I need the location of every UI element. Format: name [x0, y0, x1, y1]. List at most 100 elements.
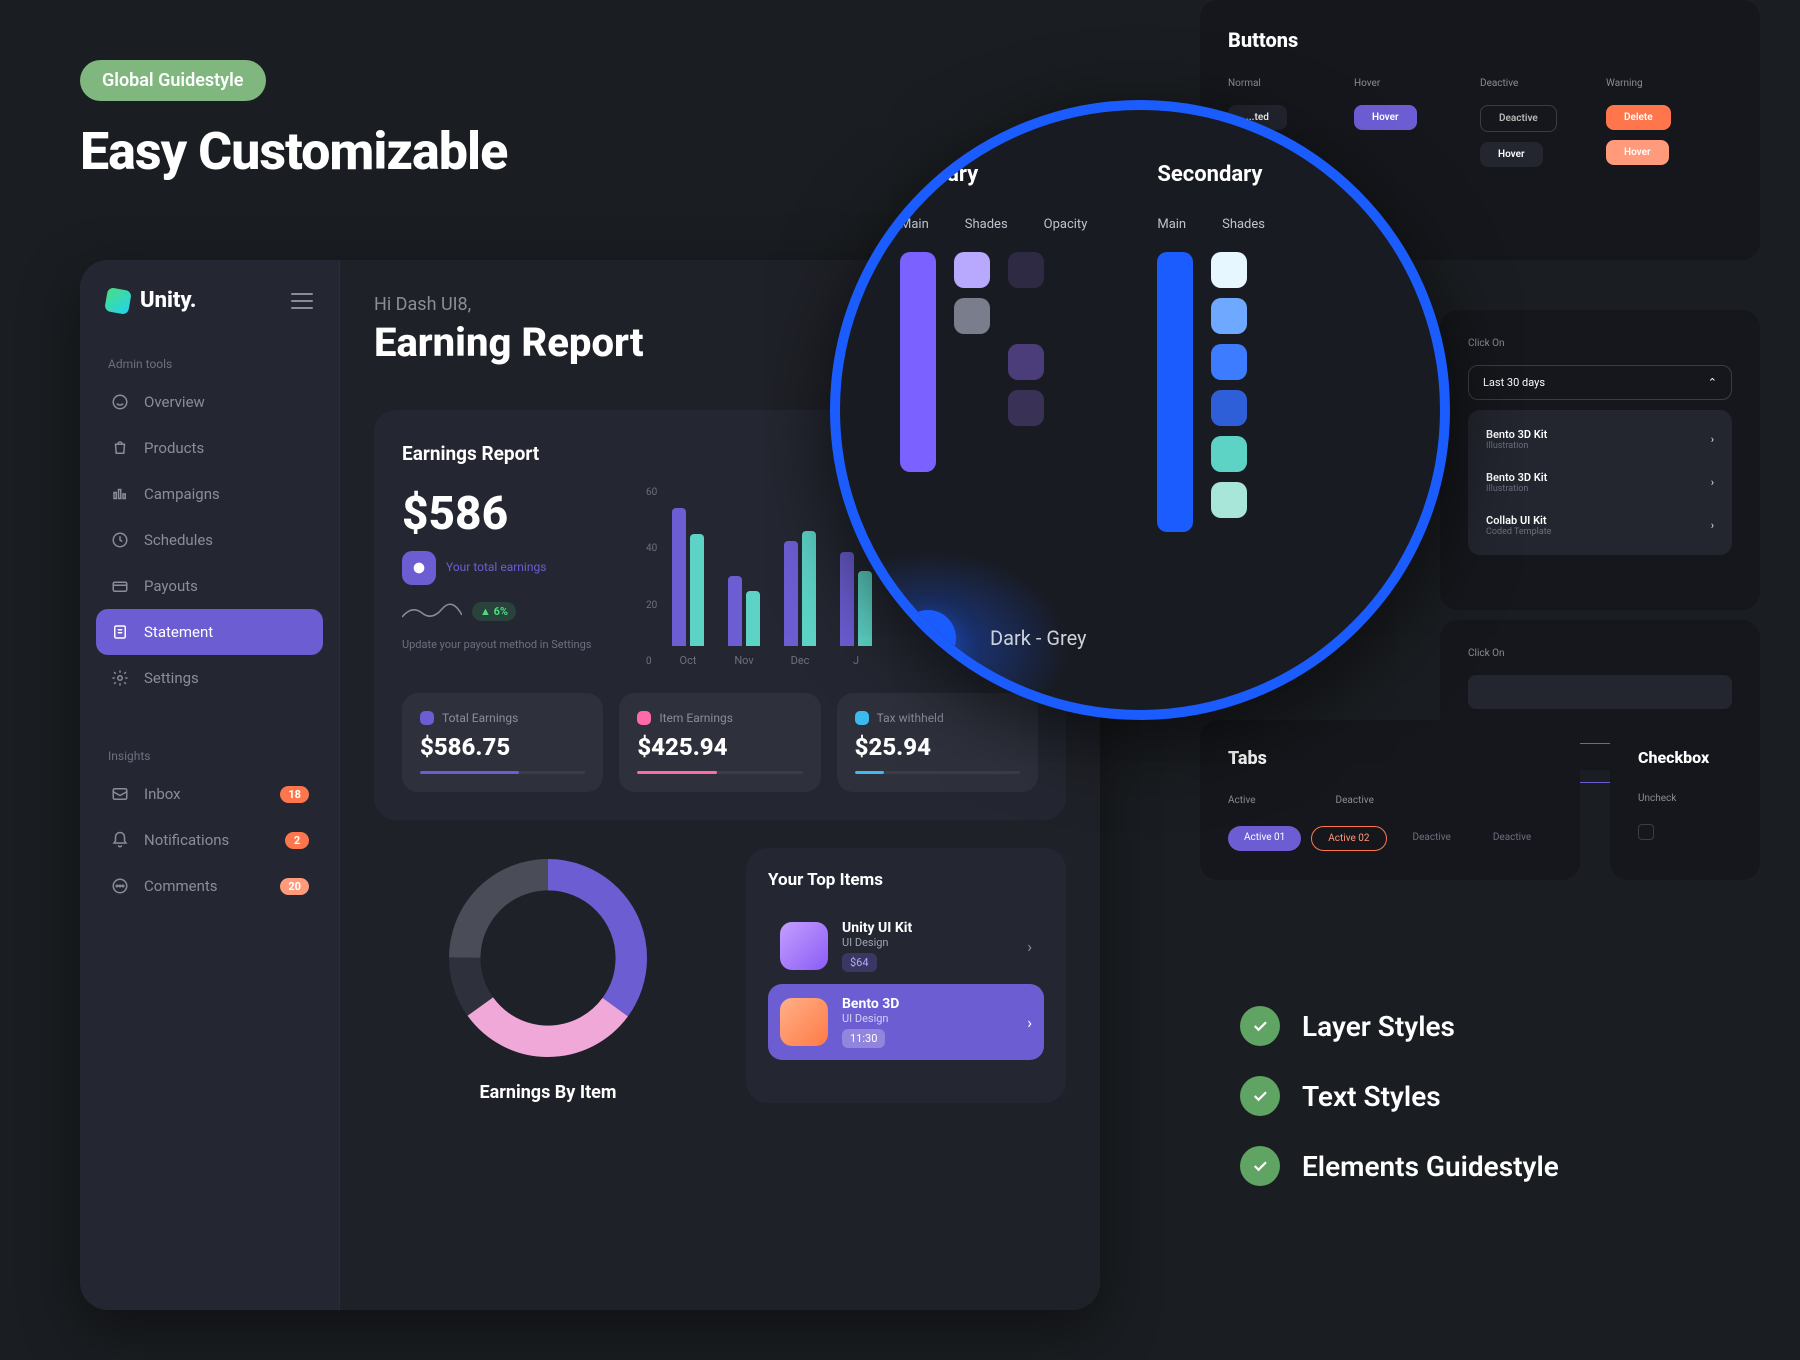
fab-add-button[interactable]: + [900, 610, 956, 666]
sparkline-icon [402, 599, 462, 623]
item-name: Unity UI Kit [842, 920, 1013, 936]
stat-dot-icon [420, 711, 434, 725]
overview-icon [110, 392, 130, 412]
sidebar: Unity. Admin tools Overview Products Cam… [80, 260, 340, 1310]
sidebar-item-settings[interactable]: Settings [96, 655, 323, 701]
btn-delete[interactable]: Delete [1606, 105, 1671, 130]
swatch[interactable] [1211, 482, 1247, 518]
logo-mark-icon [104, 287, 132, 315]
sidebar-item-statement[interactable]: Statement [96, 609, 323, 655]
swatch[interactable] [954, 252, 990, 288]
color-magnifier: Primary Main Shades Opacity [830, 100, 1450, 720]
mag-secondary-heading: Secondary [1157, 162, 1265, 187]
chevron-up-icon: ⌃ [1708, 376, 1717, 389]
hero-title: Easy Customizable [80, 121, 507, 182]
stat-total-earnings[interactable]: Total Earnings $586.75 [402, 693, 603, 792]
hero-badge: Global Guidestyle [80, 60, 266, 101]
feature-label: Layer Styles [1302, 1010, 1455, 1043]
tab-active-1[interactable]: Active 01 [1228, 826, 1301, 851]
check-icon [1240, 1076, 1280, 1116]
brand-logo[interactable]: Unity. [106, 288, 196, 313]
swatch [1008, 298, 1044, 334]
comments-icon [110, 876, 130, 896]
dropdown-select[interactable]: Last 30 days ⌃ [1468, 365, 1732, 400]
comments-badge: 20 [280, 878, 309, 895]
item-thumb-icon [780, 998, 828, 1046]
top-items-card: Your Top Items Unity UI Kit UI Design $6… [746, 848, 1066, 1103]
inbox-icon [110, 784, 130, 804]
btn-hover[interactable]: Hover [1354, 105, 1417, 130]
features-list: Layer Styles Text Styles Elements Guides… [1240, 1006, 1559, 1186]
donut-chart [438, 848, 658, 1068]
dropdown-item[interactable]: Collab UI KitCoded Template › [1476, 504, 1724, 547]
report-heading: Earnings Report [402, 442, 539, 465]
sidebar-item-inbox[interactable]: Inbox 18 [96, 771, 323, 817]
swatch[interactable] [1008, 344, 1044, 380]
sidebar-item-label: Payouts [144, 577, 198, 595]
bar-group-nov: Nov [728, 496, 760, 667]
earnings-label: Your total earnings [446, 560, 546, 576]
top-item-bento[interactable]: Bento 3D UI Design 11:30 › [768, 984, 1044, 1060]
dropdown-menu: Bento 3D KitIllustration › Bento 3D KitI… [1468, 410, 1732, 555]
stat-tax-withheld[interactable]: Tax withheld $25.94 [837, 693, 1038, 792]
payouts-icon [110, 576, 130, 596]
tab-active-2[interactable]: Active 02 [1311, 826, 1386, 851]
mag-note: Dark - Grey [990, 626, 1087, 650]
earnings-total-value: $586 [402, 487, 632, 541]
schedules-icon [110, 530, 130, 550]
swatch[interactable] [1211, 436, 1247, 472]
sidebar-section-admin: Admin tools [96, 349, 323, 379]
checkbox-label: Uncheck [1638, 793, 1732, 804]
btn-hover-warn[interactable]: Hover [1606, 140, 1669, 165]
sidebar-item-label: Settings [144, 669, 199, 687]
swatch[interactable] [1211, 390, 1247, 426]
swatch[interactable] [1211, 344, 1247, 380]
swatch-secondary-main[interactable] [1157, 252, 1193, 532]
tab-deactive-2[interactable]: Deactive [1477, 826, 1547, 851]
notifications-badge: 2 [285, 832, 309, 849]
sidebar-item-campaigns[interactable]: Campaigns [96, 471, 323, 517]
sidebar-item-comments[interactable]: Comments 20 [96, 863, 323, 909]
sidebar-section-insights: Insights [96, 741, 323, 771]
sidebar-item-label: Statement [144, 623, 213, 641]
sidebar-item-label: Campaigns [144, 485, 220, 503]
stat-value: $586.75 [420, 733, 585, 761]
swatch-primary-main[interactable] [900, 252, 936, 472]
check-icon [1240, 1146, 1280, 1186]
chevron-right-icon: › [1027, 1013, 1032, 1032]
btn-hover2[interactable]: Hover [1480, 142, 1543, 167]
hero-header: Global Guidestyle Easy Customizable [80, 60, 507, 182]
brand-name: Unity. [140, 288, 196, 313]
swatch[interactable] [1211, 252, 1247, 288]
checkbox-unchecked[interactable] [1638, 824, 1654, 840]
swatch[interactable] [954, 298, 990, 334]
update-hint: Update your payout method in Settings [402, 637, 632, 654]
swatch[interactable] [1211, 298, 1247, 334]
top-item-unity[interactable]: Unity UI Kit UI Design $64 › [768, 908, 1044, 984]
ds-checkbox-panel: Checkbox Uncheck [1610, 720, 1760, 880]
item-price: 11:30 [842, 1029, 885, 1048]
input-placeholder-example[interactable] [1468, 675, 1732, 709]
btn-deactive[interactable]: Deactive [1480, 105, 1557, 132]
dd-label: Click On [1468, 338, 1732, 349]
check-icon [1240, 1006, 1280, 1046]
chevron-right-icon: › [1027, 937, 1032, 956]
sidebar-item-label: Comments [144, 877, 218, 895]
sidebar-item-payouts[interactable]: Payouts [96, 563, 323, 609]
swatch[interactable] [1008, 252, 1044, 288]
item-sub: UI Design [842, 1012, 1013, 1025]
item-sub: UI Design [842, 936, 1013, 949]
stat-item-earnings[interactable]: Item Earnings $425.94 [619, 693, 820, 792]
sidebar-item-products[interactable]: Products [96, 425, 323, 471]
tab-deactive-1[interactable]: Deactive [1397, 826, 1467, 851]
feature-elements-guidestyle: Elements Guidestyle [1240, 1146, 1559, 1186]
feature-label: Text Styles [1302, 1080, 1441, 1113]
chevron-right-icon: › [1711, 476, 1714, 489]
dropdown-item[interactable]: Bento 3D KitIllustration › [1476, 461, 1724, 504]
sidebar-item-notifications[interactable]: Notifications 2 [96, 817, 323, 863]
sidebar-item-schedules[interactable]: Schedules [96, 517, 323, 563]
swatch[interactable] [1008, 390, 1044, 426]
dropdown-item[interactable]: Bento 3D KitIllustration › [1476, 418, 1724, 461]
sidebar-item-overview[interactable]: Overview [96, 379, 323, 425]
menu-toggle-icon[interactable] [291, 293, 313, 309]
